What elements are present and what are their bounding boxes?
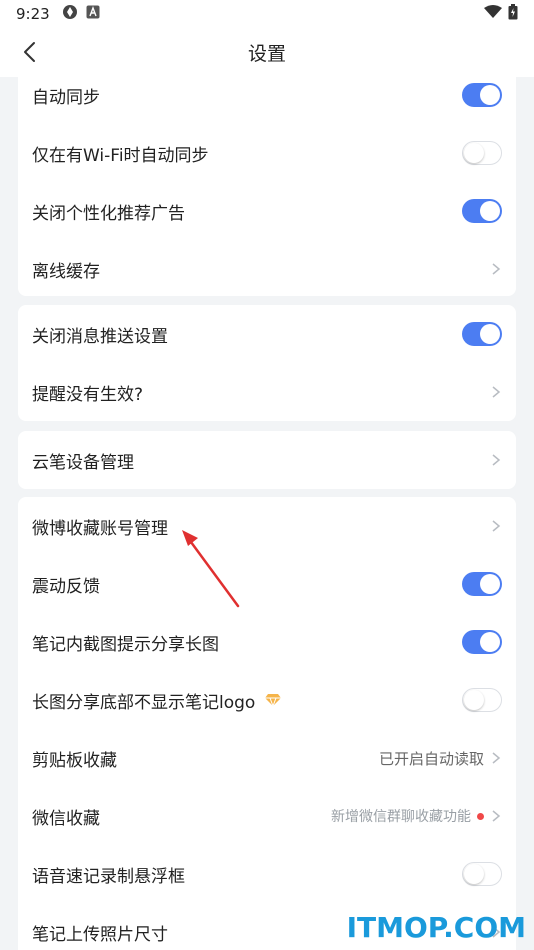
wifi-icon [484,4,502,23]
push-off-toggle[interactable] [462,322,502,346]
new-badge-dot [477,812,484,820]
chevron-right-icon [492,386,501,398]
row-label: 提醒没有生效? [32,384,144,405]
wechat-promo-text: 新增微信群聊收藏功能 [331,809,471,825]
chevron-right-icon [492,752,501,764]
settings-row-wechat[interactable]: 微信收藏 新增微信群聊收藏功能 [18,787,516,845]
title-bar: 设置 [0,27,534,77]
chevron-right-icon [492,454,501,466]
settings-row-device-manage[interactable]: 云笔设备管理 [18,431,516,489]
row-label: 关闭消息推送设置 [32,326,168,347]
settings-row-ad-personalization[interactable]: 关闭个性化推荐广告 [18,182,516,240]
wifi-sync-toggle[interactable] [462,141,502,165]
chevron-right-icon [492,810,501,822]
back-button[interactable] [18,39,44,65]
settings-card-sync: 自动同步 仅在有Wi-Fi时自动同步 关闭个性化推荐广告 离线缓存 [18,77,516,296]
row-label: 微信收藏 [32,808,100,829]
settings-row-auto-sync[interactable]: 自动同步 [18,77,516,124]
battery-icon [508,3,518,24]
settings-row-vibration[interactable]: 震动反馈 [18,555,516,613]
row-label: 仅在有Wi-Fi时自动同步 [32,145,209,166]
row-label: 笔记内截图提示分享长图 [32,634,219,655]
status-time: 9:23 [16,4,50,23]
row-label: 自动同步 [32,87,100,108]
settings-list[interactable]: 自动同步 仅在有Wi-Fi时自动同步 关闭个性化推荐广告 离线缓存 关闭消息推送… [0,77,534,950]
ad-personalization-toggle[interactable] [462,199,502,223]
clipboard-status: 已开启自动读取 [378,749,484,768]
row-label: 语音速记录制悬浮框 [32,866,185,887]
screenshot-share-toggle[interactable] [462,630,502,654]
voice-float-toggle[interactable] [462,862,502,886]
app-a-icon [86,4,100,23]
settings-card-push: 关闭消息推送设置 提醒没有生效? [18,305,516,421]
row-label: 长图分享底部不显示笔记logo [32,692,256,713]
settings-row-wifi-sync[interactable]: 仅在有Wi-Fi时自动同步 [18,124,516,182]
settings-row-weibo-account[interactable]: 微博收藏账号管理 [18,497,516,555]
settings-row-voice-float[interactable]: 语音速记录制悬浮框 [18,845,516,903]
settings-card-misc: 微博收藏账号管理 震动反馈 笔记内截图提示分享长图 长图分享底部不显示笔记log… [18,497,516,950]
chevron-right-icon [492,520,501,532]
hide-logo-toggle[interactable] [462,688,502,712]
row-label: 云笔设备管理 [32,452,134,473]
chevron-right-icon [492,263,501,275]
settings-row-screenshot-share[interactable]: 笔记内截图提示分享长图 [18,613,516,671]
row-label: 离线缓存 [32,261,100,282]
sync-icon [62,4,78,24]
row-label: 微博收藏账号管理 [32,518,168,539]
settings-card-device: 云笔设备管理 [18,431,516,489]
watermark-logo: ITMOP.COM [346,911,526,944]
row-label: 剪贴板收藏 [32,750,117,771]
settings-row-offline-cache[interactable]: 离线缓存 [18,240,516,296]
auto-sync-toggle[interactable] [462,83,502,107]
settings-row-push-off[interactable]: 关闭消息推送设置 [18,305,516,363]
row-label: 笔记上传照片尺寸 [32,924,168,945]
row-label: 关闭个性化推荐广告 [32,203,185,224]
status-bar: 9:23 [0,0,534,27]
chevron-left-icon [24,42,35,62]
page-title: 设置 [247,42,286,65]
settings-row-clipboard[interactable]: 剪贴板收藏 已开启自动读取 [18,729,516,787]
settings-row-reminder-help[interactable]: 提醒没有生效? [18,363,516,421]
settings-row-hide-logo[interactable]: 长图分享底部不显示笔记logo [18,671,516,729]
vibration-toggle[interactable] [462,572,502,596]
vip-diamond-icon [265,694,282,707]
row-label: 震动反馈 [32,576,100,597]
